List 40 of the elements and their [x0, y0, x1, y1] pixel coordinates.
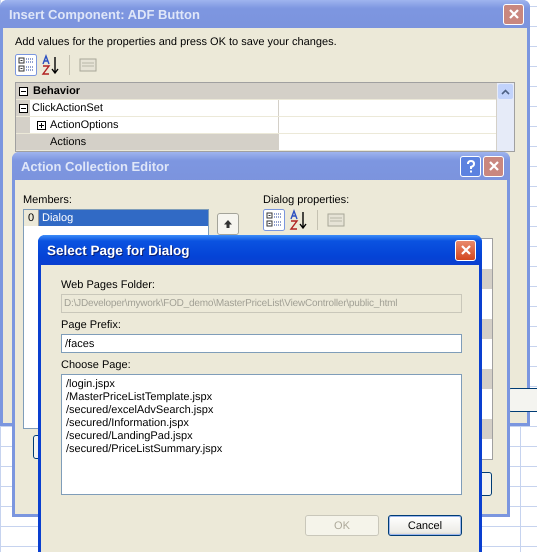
close-button[interactable] [503, 4, 524, 24]
categorized-view-icon[interactable] [15, 54, 37, 76]
page-item[interactable]: /MasterPriceListTemplate.jspx [66, 391, 212, 404]
move-up-button[interactable] [217, 213, 239, 235]
item-index: 0 [24, 210, 39, 226]
close-icon [488, 160, 500, 172]
field-label: Web Pages Folder: [61, 279, 156, 291]
page-item[interactable]: /login.jspx [66, 378, 115, 391]
help-button[interactable] [460, 156, 481, 176]
prefix-field[interactable]: /faces [61, 334, 462, 353]
close-icon [460, 244, 472, 256]
category-label: Behavior [32, 85, 80, 97]
instruction-text: Add values for the properties and press OK to save your changes. [15, 36, 338, 48]
field-label: Page Prefix: [61, 319, 122, 331]
properties-label: Dialog properties: [263, 194, 350, 206]
property-name[interactable]: ActionOptions [30, 117, 278, 133]
scroll-up-icon [501, 88, 510, 94]
close-button[interactable] [455, 240, 476, 260]
help-icon [466, 160, 476, 172]
page-list[interactable]: /login.jspx /MasterPriceListTemplate.jspx /secured/excelAdvSearch.jspx /secured/Information.jspx /secured/LandingPad.jspx /secured/PriceListSummary.jspx [61, 374, 462, 495]
categorized-view-icon[interactable] [263, 209, 285, 231]
field-label: Choose Page: [61, 359, 132, 371]
collapse-icon[interactable] [18, 86, 28, 96]
members-label: Members: [23, 194, 73, 206]
expand-icon[interactable] [36, 120, 46, 130]
page-item[interactable]: /secured/Information.jspx [66, 417, 189, 430]
page-item[interactable]: /secured/PriceListSummary.jspx [66, 443, 222, 456]
scrollbar[interactable] [496, 83, 514, 151]
collapse-icon[interactable] [18, 104, 28, 112]
dialog-button[interactable]: Cancel [388, 515, 462, 536]
page-item[interactable]: /secured/excelAdvSearch.jspx [66, 404, 214, 417]
page-item[interactable]: /secured/LandingPad.jspx [66, 430, 193, 443]
close-button[interactable] [483, 156, 504, 176]
property-name[interactable]: ClickActionSet [30, 100, 278, 116]
window-title: Insert Component: ADF Button [9, 6, 201, 22]
member-item[interactable]: Dialog [39, 210, 208, 226]
window-title: Action Collection Editor [21, 158, 170, 174]
close-icon [508, 8, 520, 20]
window-title: Select Page for Dialog [47, 242, 191, 258]
up-arrow-icon [223, 219, 233, 229]
